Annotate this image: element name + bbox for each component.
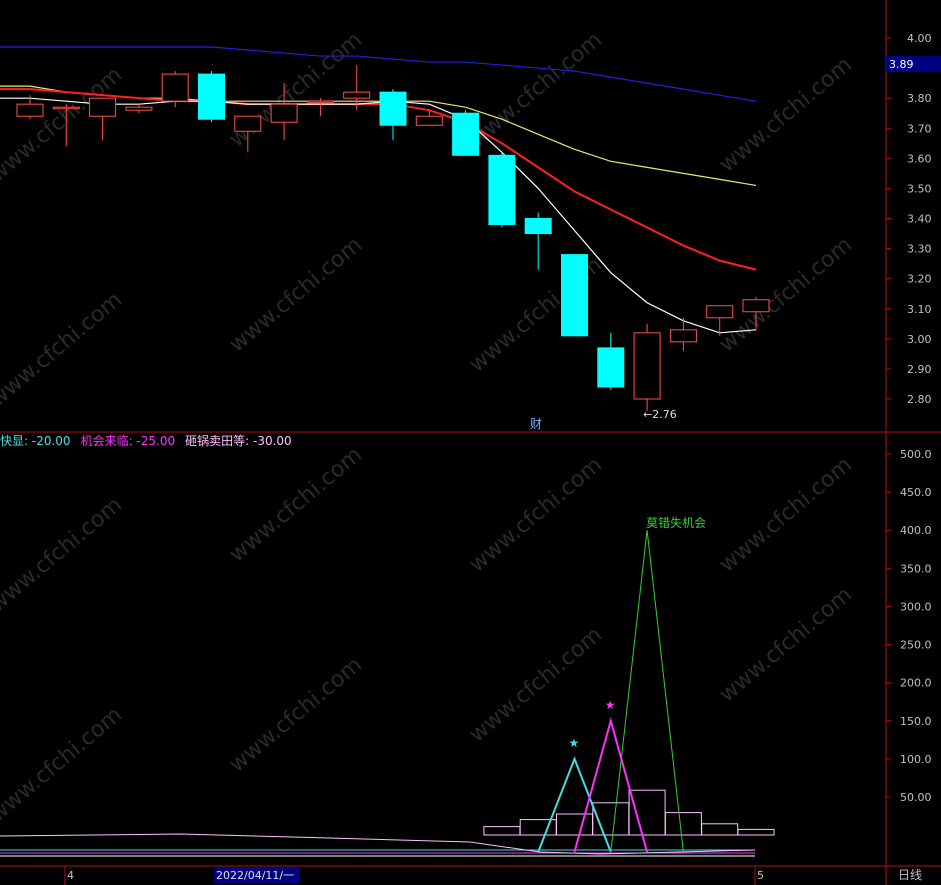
- candle-body-20: [742, 299, 770, 313]
- ind-spike-0: [537, 756, 612, 853]
- legend-value-2: : -30.00: [245, 434, 292, 448]
- candle-body-14: [524, 218, 552, 235]
- watermark-text: www.cfchi.com: [715, 452, 857, 577]
- ind-bar-5: [664, 812, 702, 836]
- candle-body-4: [161, 73, 189, 102]
- watermark-text: www.cfchi.com: [715, 582, 857, 707]
- signal-star-1: ★: [605, 698, 616, 712]
- price-tick-label-4: 3.60: [907, 152, 932, 165]
- price-axis: 4.003.903.803.703.603.503.403.303.203.10…: [886, 32, 941, 406]
- candle-body-2: [89, 97, 117, 117]
- candle-body-12: [452, 112, 480, 156]
- price-tick-label-8: 3.20: [907, 273, 932, 286]
- ind-tick-label-9: 50.00: [900, 791, 932, 804]
- watermark-text: www.cfchi.com: [465, 452, 607, 577]
- candle-body-8: [306, 100, 334, 104]
- legend-name-0: 都快显: [0, 434, 25, 448]
- watermark-text: www.cfchi.com: [0, 287, 127, 412]
- indicator-axis: 500.0 450.0 400.0 350.0 300.0 250.0 200.0 150.0…: [886, 448, 932, 804]
- watermark-layer: www.cfchi.com www.cfchi.com www.cfchi.com w…: [0, 27, 857, 827]
- legend-item-0: 都快显: -20.00: [0, 434, 71, 448]
- ind-tick-label-6: 200.0: [900, 677, 932, 690]
- candle-body-10: [379, 91, 407, 126]
- signal-annotation: 莫错失机会: [646, 515, 706, 530]
- watermark-text: www.cfchi.com: [225, 232, 367, 357]
- price-tick-label-12: 2.80: [907, 393, 932, 406]
- candle-body-13: [488, 154, 516, 226]
- price-tick-label-11: 2.90: [907, 363, 932, 376]
- watermark-text: www.cfchi.com: [715, 232, 857, 357]
- ind-tick-label-0: 500.0: [900, 448, 932, 461]
- watermark-text: www.cfchi.com: [225, 442, 367, 567]
- ind-bar-6: [701, 823, 739, 836]
- period-label[interactable]: 日线: [898, 868, 922, 882]
- legend-item-2: 砸锅卖田等: -30.00: [185, 434, 292, 448]
- candle-body-7: [270, 103, 298, 123]
- legend-name-1: 机会来临: [80, 434, 129, 448]
- ind-tick-label-2: 400.0: [900, 524, 932, 537]
- watermark-text: www.cfchi.com: [465, 622, 607, 747]
- candle-body-6: [234, 115, 262, 132]
- legend-value-0: : -20.00: [24, 434, 71, 448]
- ind-tick-label-4: 300.0: [900, 600, 932, 613]
- ind-tick-label-8: 100.0: [900, 753, 932, 766]
- date-tick-right: 5: [757, 869, 764, 882]
- legend-item-1: 机会来临: -25.00: [81, 434, 176, 448]
- candle-body-18: [669, 329, 697, 343]
- candle-body-16: [597, 347, 625, 388]
- ind-bar-7: [737, 828, 775, 836]
- price-tick-label-9: 3.10: [907, 303, 932, 316]
- candle-body-17: [633, 332, 661, 400]
- legend-name-2: 砸锅卖田等: [185, 434, 246, 448]
- ind-tick-label-3: 350.0: [900, 562, 932, 575]
- ind-bar-2: [556, 813, 593, 836]
- candle-body-11: [415, 115, 443, 126]
- price-tick-label-10: 3.00: [907, 333, 932, 346]
- date-cursor-label: 2022/04/11/一: [216, 869, 294, 882]
- ind-bar-0: [483, 826, 521, 836]
- current-price-label: 3.89: [889, 58, 914, 71]
- ind-tick-label-1: 450.0: [900, 486, 932, 499]
- watermark-text: www.cfchi.com: [225, 27, 367, 152]
- price-tick-label-5: 3.50: [907, 182, 932, 195]
- ind-spike-2: [610, 530, 684, 853]
- candle-body-5: [198, 73, 225, 120]
- ind-bar-4: [628, 789, 666, 836]
- indicator-pane[interactable]: ★ ★ 莫错失机会: [0, 515, 775, 857]
- watermark-text: www.cfchi.com: [715, 52, 857, 177]
- signal-star-0: ★: [569, 736, 580, 750]
- watermark-text: www.cfchi.com: [0, 702, 127, 827]
- ind-tick-label-5: 250.0: [900, 639, 932, 652]
- price-tick-label-6: 3.40: [907, 213, 932, 226]
- price-tick-label-0: 4.00: [907, 32, 932, 45]
- legend-value-1: : -25.00: [128, 434, 176, 448]
- candle-body-19: [706, 305, 734, 319]
- candle-body-9: [343, 91, 371, 99]
- candle-body-0: [16, 103, 44, 117]
- candle-body-1: [52, 106, 80, 110]
- low-price-marker: ←2.76: [643, 408, 677, 421]
- price-tick-label-3: 3.70: [907, 122, 932, 135]
- candle-body-3: [125, 106, 153, 111]
- price-pane[interactable]: ←2.76 财: [0, 46, 770, 431]
- ind-pink-line: [0, 833, 756, 855]
- price-tick-label-2: 3.80: [907, 92, 932, 105]
- candle-body-15: [561, 254, 588, 337]
- price-tick-label-7: 3.30: [907, 243, 932, 256]
- ind-tick-label-7: 150.0: [900, 715, 932, 728]
- watermark-text: www.cfchi.com: [0, 492, 127, 617]
- date-tick-left: 4: [67, 869, 74, 882]
- watermark-text: www.cfchi.com: [0, 62, 127, 187]
- indicator-legend: 都快显: -20.00 机会来临: -25.00 砸锅卖田等: -30.00: [0, 432, 302, 448]
- watermark-text: www.cfchi.com: [225, 652, 367, 777]
- event-marker: 财: [530, 417, 542, 431]
